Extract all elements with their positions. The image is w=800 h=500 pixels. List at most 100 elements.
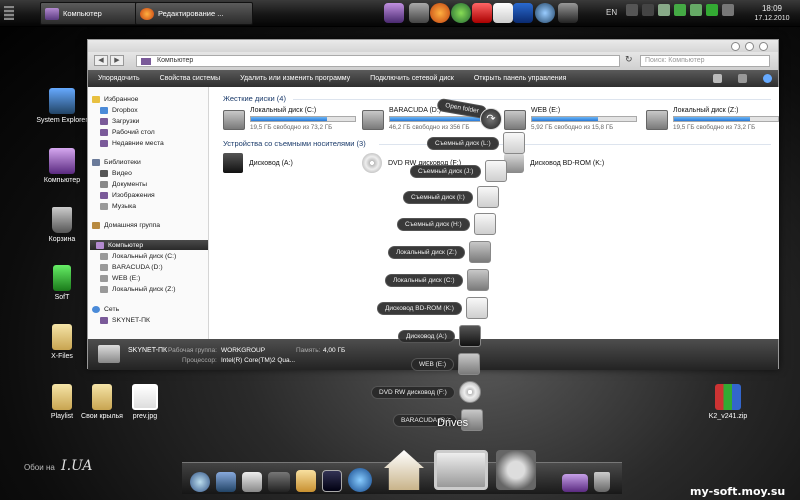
stack-label: DVD RW дисковод (F:) <box>371 385 455 399</box>
drive-usage-bar <box>673 116 779 122</box>
nav-item-drive-d[interactable]: BARACUDA (D:) <box>100 262 163 272</box>
stack-item-h[interactable]: Съемный диск (H:) <box>397 213 496 235</box>
nav-libraries[interactable]: Библиотеки <box>92 157 141 167</box>
nav-homegroup[interactable]: Домашняя группа <box>92 220 160 230</box>
stack-item-l[interactable]: Съемный диск (L:) <box>427 132 525 154</box>
desktop-icon-system-explorer[interactable]: System Explorer <box>32 88 92 124</box>
search-placeholder: Поиск: Компьютер <box>645 57 705 64</box>
dock-safari-icon[interactable] <box>190 472 210 492</box>
nav-item-pictures[interactable]: Изображения <box>100 190 155 200</box>
dock-monitor-icon[interactable] <box>562 474 588 492</box>
system-properties-button[interactable]: Свойства системы <box>150 75 230 82</box>
desktop-icon-recycle-bin[interactable]: Корзина <box>32 207 92 243</box>
command-bar: Упорядочить Свойства системы Удалить или… <box>88 70 778 87</box>
minimize-button[interactable] <box>731 42 740 51</box>
stack-item-j[interactable]: Съемный диск (J:) <box>410 160 508 182</box>
quick-folder-icon[interactable] <box>409 3 429 23</box>
dock-trash-icon[interactable] <box>594 472 610 492</box>
nav-item-documents[interactable]: Документы <box>100 179 147 189</box>
stack-item-k[interactable]: Дисковод BD-ROM (K:) <box>377 297 488 319</box>
nav-label: WEB (E:) <box>112 274 141 282</box>
quick-firefox-icon[interactable] <box>430 3 450 23</box>
help-icon[interactable] <box>763 74 772 83</box>
map-network-drive-button[interactable]: Подключить сетевой диск <box>360 75 464 82</box>
nav-favorites[interactable]: Избранное <box>92 94 138 104</box>
dock-play-icon[interactable] <box>348 468 372 492</box>
nav-item-video[interactable]: Видео <box>100 168 132 178</box>
view-options-icon[interactable] <box>713 74 722 83</box>
dock-app-icon[interactable] <box>296 470 316 492</box>
desktop-icon-computer[interactable]: Компьютер <box>32 148 92 184</box>
nav-network[interactable]: Сеть <box>92 304 119 314</box>
uninstall-program-button[interactable]: Удалить или изменить программу <box>230 75 360 82</box>
desktop-icon-k2-zip[interactable]: K2_v241.zip <box>698 384 758 420</box>
nav-item-skynet[interactable]: SKYNET-ПК <box>100 315 150 325</box>
organize-button[interactable]: Упорядочить <box>88 75 150 82</box>
stack-item-i[interactable]: Съемный диск (I:) <box>403 186 499 208</box>
quick-photoshop-icon[interactable] <box>513 3 533 23</box>
quick-recorder-icon[interactable] <box>472 3 492 23</box>
nav-label: Избранное <box>104 95 139 103</box>
tray-icon[interactable] <box>690 4 702 16</box>
tray-icon[interactable] <box>658 4 670 16</box>
desktop-icon-x-files[interactable]: X-Files <box>32 324 92 360</box>
refresh-icon[interactable]: ↻ <box>625 54 633 65</box>
open-control-panel-button[interactable]: Открыть панель управления <box>464 75 577 82</box>
search-input[interactable]: Поиск: Компьютер <box>640 55 770 67</box>
nav-item-desktop[interactable]: Рабочий стол <box>100 127 155 137</box>
back-button[interactable]: ◀ <box>94 55 108 66</box>
nav-item-recent[interactable]: Недавние места <box>100 138 164 148</box>
open-folder-arrow-icon[interactable]: ↷ <box>480 108 502 130</box>
drive-z[interactable]: Локальный диск (Z:) 19,5 ГБ свободно из … <box>646 107 786 133</box>
dock-finder-icon[interactable] <box>216 472 236 492</box>
tray-icon[interactable] <box>706 4 718 16</box>
desktop-icon-soft[interactable]: SofT <box>32 265 92 301</box>
removable-group-header[interactable]: Устройства со съемными носителями (3) <box>223 139 366 148</box>
address-bar[interactable]: Компьютер <box>136 55 620 67</box>
forward-button[interactable]: ▶ <box>110 55 124 66</box>
start-button[interactable] <box>4 6 14 20</box>
nav-item-drive-e[interactable]: WEB (E:) <box>100 273 140 283</box>
clock[interactable]: 18:09 17.12.2010 <box>744 4 800 22</box>
drive-e[interactable]: WEB (E:) 5,92 ГБ свободно из 15,8 ГБ <box>504 107 644 133</box>
close-button[interactable] <box>759 42 768 51</box>
quick-computer-icon[interactable] <box>384 3 404 23</box>
tray-icon[interactable] <box>626 4 638 16</box>
quick-document-icon[interactable] <box>493 3 513 23</box>
nav-item-dropbox[interactable]: Dropbox <box>100 105 138 115</box>
stack-item-f[interactable]: DVD RW дисковод (F:) <box>371 381 481 403</box>
maximize-button[interactable] <box>745 42 754 51</box>
hdd-group-header[interactable]: Жесткие диски (4) <box>223 94 286 103</box>
drive-usage-fill <box>390 117 481 121</box>
quick-app-icon[interactable] <box>558 3 578 23</box>
nav-item-drive-z[interactable]: Локальный диск (Z:) <box>100 284 176 294</box>
stack-item-e[interactable]: WEB (E:) <box>411 353 481 375</box>
dock-tools-icon[interactable] <box>268 472 290 492</box>
stack-item-a[interactable]: Дисковод (A:) <box>398 325 481 347</box>
drive-c[interactable]: Локальный диск (C:) 19,5 ГБ свободно из … <box>223 107 363 133</box>
preview-pane-icon[interactable] <box>738 74 747 83</box>
tray-icon[interactable] <box>642 4 654 16</box>
dock-system-prefs-icon[interactable] <box>496 450 536 490</box>
dock-computer-icon[interactable] <box>434 450 488 490</box>
nav-computer[interactable]: Компьютер <box>90 240 208 250</box>
workgroup-value: WORKGROUP <box>221 347 266 354</box>
nav-item-music[interactable]: Музыка <box>100 201 136 211</box>
dock-home-icon[interactable] <box>384 450 424 490</box>
quick-utorrent-icon[interactable] <box>451 3 471 23</box>
stack-item-z[interactable]: Локальный диск (Z:) <box>388 241 491 263</box>
navigation-pane: Избранное Dropbox Загрузки Рабочий стол … <box>88 87 209 339</box>
stack-item-c[interactable]: Локальный диск (C:) <box>385 269 489 291</box>
dock-film-icon[interactable] <box>322 470 342 492</box>
window-titlebar[interactable] <box>88 40 778 52</box>
nav-item-downloads[interactable]: Загрузки <box>100 116 139 126</box>
volume-icon[interactable] <box>722 4 734 16</box>
desktop-icon-label: Корзина <box>48 236 76 243</box>
language-indicator[interactable]: EN <box>606 8 617 17</box>
dock-calculator-icon[interactable] <box>242 472 262 492</box>
desktop-icon-prev-jpg[interactable]: prev.jpg <box>115 384 175 420</box>
tray-icon[interactable] <box>674 4 686 16</box>
nav-item-drive-c[interactable]: Локальный диск (C:) <box>100 251 176 261</box>
quick-network-icon[interactable] <box>535 3 555 23</box>
task-firefox[interactable]: Редактирование ... <box>135 2 253 25</box>
